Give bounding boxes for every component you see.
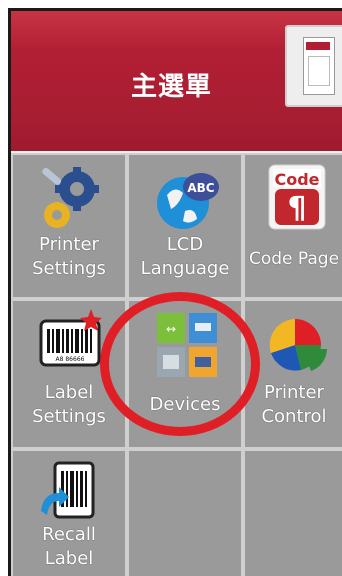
menu-item-code-page[interactable]: Code ¶ Code Page <box>243 153 342 299</box>
globe-abc-icon: ABC <box>157 173 219 229</box>
menu-item-printer-settings[interactable]: Printer Settings <box>11 153 127 299</box>
highlight-circle <box>100 292 260 436</box>
menu-item-lcd-language[interactable]: ABC LCD Language <box>127 153 243 299</box>
barcode-label-icon: A8 86666 <box>39 309 102 367</box>
recall-barcode-icon <box>41 461 95 519</box>
menu-item-label: Printer Control <box>261 382 327 427</box>
menu-title: 主選單 <box>131 72 213 102</box>
pie-chart-icon <box>269 319 327 371</box>
menu-item-label: LCD Language <box>140 234 230 279</box>
menu-item-empty <box>127 449 243 576</box>
svg-text:Code: Code <box>274 170 319 189</box>
menu-header: 主選單 <box>11 11 342 151</box>
gears-icon <box>42 167 99 228</box>
menu-item-label: Recall Label <box>42 524 96 569</box>
menu-item-label: Code Page <box>248 249 340 269</box>
menu-item-label: Printer Settings <box>32 234 106 279</box>
svg-text:A8 86666: A8 86666 <box>56 356 85 363</box>
svg-text:¶: ¶ <box>287 191 306 226</box>
svg-text:ABC: ABC <box>187 181 214 195</box>
menu-item-recall-label[interactable]: Recall Label <box>11 449 127 576</box>
printer-thumbnail-icon <box>285 25 342 107</box>
menu-item-empty <box>243 449 342 576</box>
code-page-icon: Code ¶ <box>268 164 326 230</box>
